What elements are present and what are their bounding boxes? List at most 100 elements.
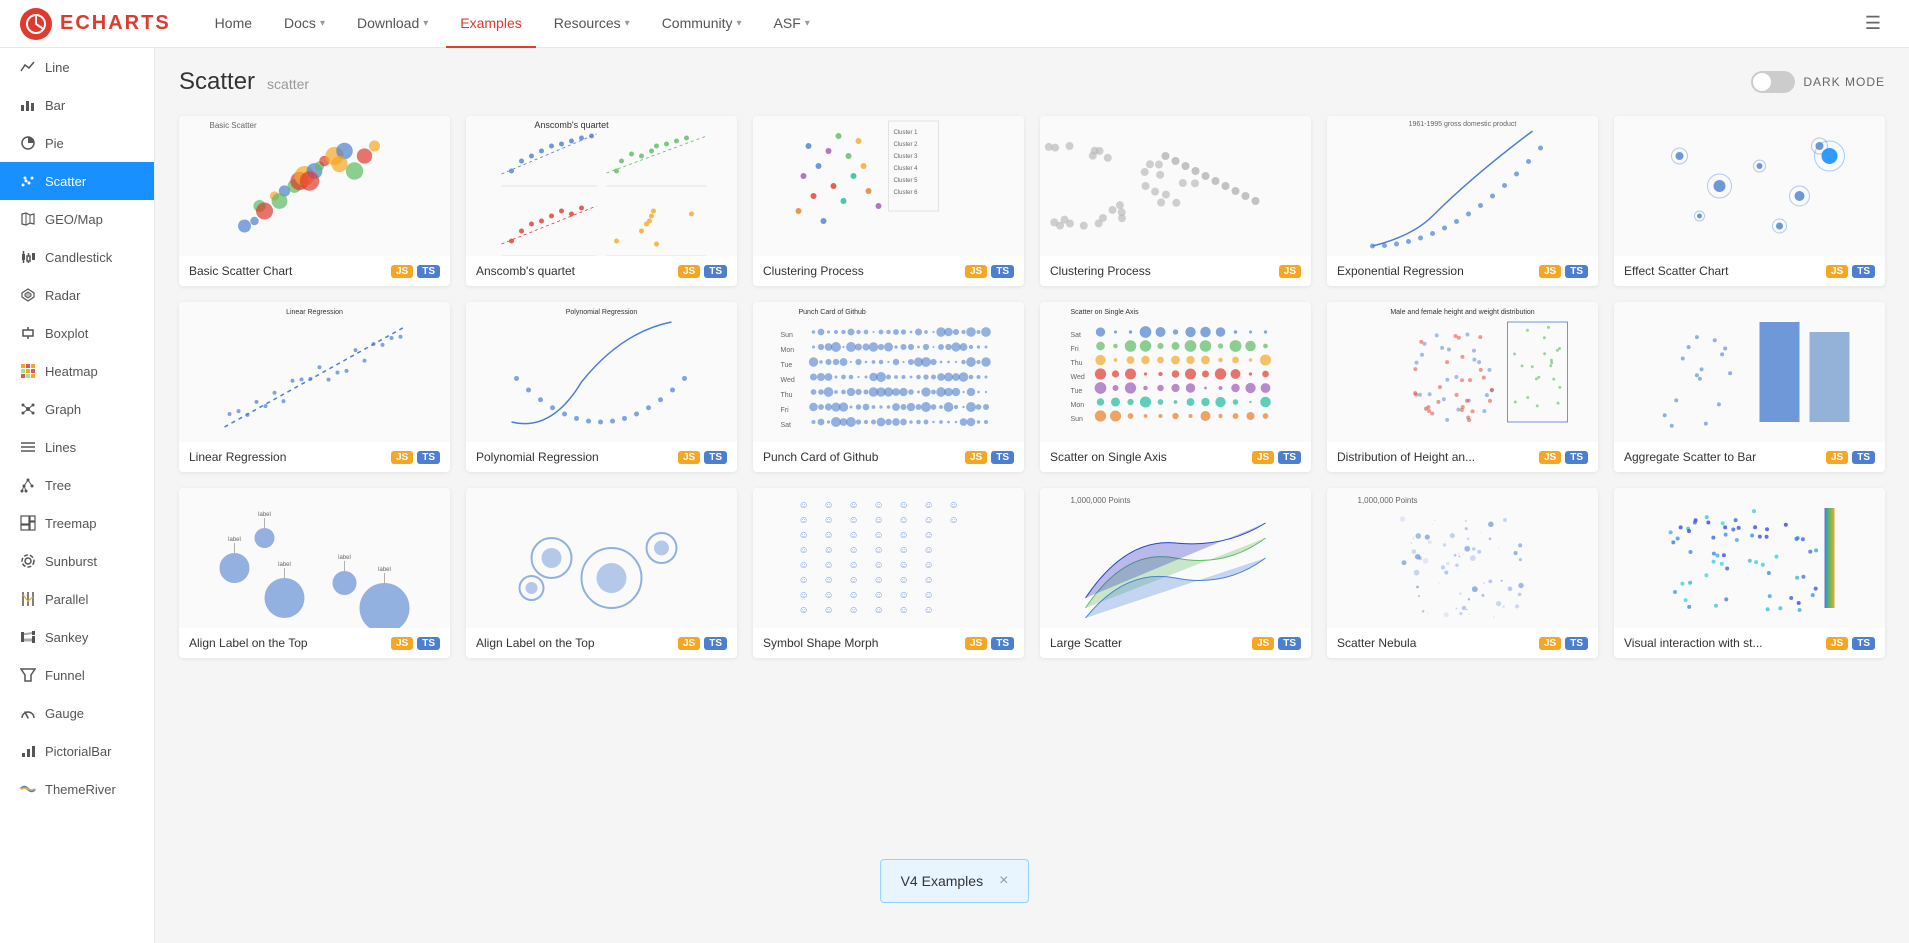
badge-ts-5[interactable]: TS — [1852, 265, 1875, 278]
svg-text:Polynomial Regression: Polynomial Regression — [566, 309, 638, 316]
badge-ts-0[interactable]: TS — [417, 265, 440, 278]
badge-ts-9[interactable]: TS — [1278, 451, 1301, 464]
chart-card-single-axis[interactable]: Scatter on Single Axis SatFriThuWedTueMo… — [1040, 302, 1311, 472]
sidebar-item-themeriver[interactable]: ThemeRiver — [0, 770, 154, 808]
badge-js-0[interactable]: JS — [391, 265, 413, 278]
badge-ts-15[interactable]: TS — [1278, 637, 1301, 650]
badge-js-6[interactable]: JS — [391, 451, 413, 464]
dark-mode-switch[interactable] — [1751, 71, 1795, 93]
sidebar-item-graph[interactable]: Graph — [0, 390, 154, 428]
badge-js-16[interactable]: JS — [1539, 637, 1561, 650]
chart-card-anscomb[interactable]: Anscomb's quartet Anscomb's quartetJSTS — [466, 116, 737, 286]
chart-card-nebula[interactable]: 1,000,000 Points Scatter NebulaJSTS — [1327, 488, 1598, 658]
svg-text:☺: ☺ — [799, 530, 809, 541]
chart-card-large-scatter[interactable]: 1,000,000 Points Large ScatterJSTS — [1040, 488, 1311, 658]
logo[interactable]: ECHARTS — [20, 8, 171, 40]
badge-js-17[interactable]: JS — [1826, 637, 1848, 650]
sidebar-item-geomap[interactable]: GEO/Map — [0, 200, 154, 238]
badge-ts-16[interactable]: TS — [1565, 637, 1588, 650]
boxplot-icon — [19, 324, 37, 342]
badge-js-15[interactable]: JS — [1252, 637, 1274, 650]
sidebar-item-boxplot[interactable]: Boxplot — [0, 314, 154, 352]
nav-download[interactable]: Download ▾ — [343, 0, 442, 48]
svg-text:Scatter on Single Axis: Scatter on Single Axis — [1071, 309, 1140, 316]
sidebar-item-parallel[interactable]: Parallel — [0, 580, 154, 618]
chart-name-17: Visual interaction with st... — [1624, 636, 1826, 650]
sidebar-item-funnel[interactable]: Funnel — [0, 656, 154, 694]
badge-js-11[interactable]: JS — [1826, 451, 1848, 464]
chart-card-align-label2[interactable]: Align Label on the TopJSTS — [466, 488, 737, 658]
chart-card-exponential[interactable]: 1961-1995 gross domestic product Exponen… — [1327, 116, 1598, 286]
badge-ts-11[interactable]: TS — [1852, 451, 1875, 464]
badge-js-1[interactable]: JS — [678, 265, 700, 278]
badge-js-5[interactable]: JS — [1826, 265, 1848, 278]
badge-ts-8[interactable]: TS — [991, 451, 1014, 464]
language-icon[interactable]: ☰ — [1857, 9, 1889, 38]
sidebar-item-lines[interactable]: Lines — [0, 428, 154, 466]
svg-text:☺: ☺ — [824, 500, 834, 511]
badge-js-4[interactable]: JS — [1539, 265, 1561, 278]
badge-js-12[interactable]: JS — [391, 637, 413, 650]
chart-grid: Basic Scatter Basic Scatter ChartJSTS An… — [179, 116, 1885, 658]
chart-card-basic-scatter[interactable]: Basic Scatter Basic Scatter ChartJSTS — [179, 116, 450, 286]
badge-ts-13[interactable]: TS — [704, 637, 727, 650]
badge-js-8[interactable]: JS — [965, 451, 987, 464]
svg-text:☺: ☺ — [849, 605, 859, 616]
chart-name-11: Aggregate Scatter to Bar — [1624, 450, 1826, 464]
chart-card-polynomial[interactable]: Polynomial Regression Polynomial Regress… — [466, 302, 737, 472]
sidebar-item-sunburst[interactable]: Sunburst — [0, 542, 154, 580]
chart-card-visual-interaction[interactable]: Visual interaction with st...JS TS — [1614, 488, 1885, 658]
chart-card-clustering1[interactable]: Cluster 1 Cluster 2 Cluster 3 Cluster 4 … — [753, 116, 1024, 286]
badge-js-14[interactable]: JS — [965, 637, 987, 650]
sidebar-item-heatmap[interactable]: Heatmap — [0, 352, 154, 390]
badge-ts-6[interactable]: TS — [417, 451, 440, 464]
badge-ts-4[interactable]: TS — [1565, 265, 1588, 278]
sidebar-label-radar: Radar — [45, 288, 138, 303]
badge-ts-2[interactable]: TS — [991, 265, 1014, 278]
sidebar-item-gauge[interactable]: Gauge — [0, 694, 154, 732]
chart-card-symbol-morph[interactable]: ☺☺☺☺☺☺☺☺☺☺☺☺☺☺☺☺☺☺☺☺☺☺☺☺☺☺☺☺☺☺☺☺☺☺☺☺☺☺☺☺… — [753, 488, 1024, 658]
badge-ts-7[interactable]: TS — [704, 451, 727, 464]
chart-card-clustering2[interactable]: Clustering ProcessJS — [1040, 116, 1311, 286]
sidebar-item-tree[interactable]: Tree — [0, 466, 154, 504]
sidebar-item-pictorialbar[interactable]: PictorialBar — [0, 732, 154, 770]
badge-ts-10[interactable]: TS — [1565, 451, 1588, 464]
chart-card-scatter-to-bar[interactable]: Aggregate Scatter to BarJS TS — [1614, 302, 1885, 472]
nav-resources[interactable]: Resources ▾ — [540, 0, 644, 48]
sidebar-item-treemap[interactable]: Treemap — [0, 504, 154, 542]
chart-card-height-dist[interactable]: Male and female height and weight distri… — [1327, 302, 1598, 472]
nav-examples[interactable]: Examples — [446, 0, 535, 48]
nav-community[interactable]: Community ▾ — [648, 0, 756, 48]
nav-docs[interactable]: Docs ▾ — [270, 0, 339, 48]
chart-thumb-linear-regression: Linear Regression — [179, 302, 450, 442]
badge-ts-1[interactable]: TS — [704, 265, 727, 278]
badge-ts-12[interactable]: TS — [417, 637, 440, 650]
badge-js-2[interactable]: JS — [965, 265, 987, 278]
nav-right: ☰ — [1857, 9, 1889, 38]
v4-close-button[interactable]: × — [999, 872, 1008, 890]
badge-js-13[interactable]: JS — [678, 637, 700, 650]
sidebar-item-candlestick[interactable]: Candlestick — [0, 238, 154, 276]
sidebar-item-line[interactable]: Line — [0, 48, 154, 86]
chart-card-linear-regression[interactable]: Linear Regression Linear RegressionJSTS — [179, 302, 450, 472]
nav-home[interactable]: Home — [201, 0, 266, 48]
nav-asf[interactable]: ASF ▾ — [760, 0, 824, 48]
badge-ts-14[interactable]: TS — [991, 637, 1014, 650]
sidebar-item-sankey[interactable]: Sankey — [0, 618, 154, 656]
dark-mode-toggle[interactable]: DARK MODE — [1751, 71, 1885, 93]
svg-text:Tue: Tue — [781, 362, 793, 369]
sidebar-item-scatter[interactable]: Scatter — [0, 162, 154, 200]
badge-js-10[interactable]: JS — [1539, 451, 1561, 464]
badge-js-3[interactable]: JS — [1279, 265, 1301, 278]
sidebar-item-bar[interactable]: Bar — [0, 86, 154, 124]
badge-js-9[interactable]: JS — [1252, 451, 1274, 464]
chart-card-effect-scatter[interactable]: Effect Scatter ChartJSTS — [1614, 116, 1885, 286]
chart-card-punch-card[interactable]: Punch Card of Github SunMonTueWedThuFriS… — [753, 302, 1024, 472]
sidebar-item-pie[interactable]: Pie — [0, 124, 154, 162]
chart-card-align-label1[interactable]: label label label label label Align Labe… — [179, 488, 450, 658]
page-subtitle: scatter — [267, 76, 309, 92]
sidebar-item-radar[interactable]: Radar — [0, 276, 154, 314]
badge-ts-17[interactable]: TS — [1852, 637, 1875, 650]
badge-js-7[interactable]: JS — [678, 451, 700, 464]
chart-badges-16: JS TS — [1539, 637, 1588, 650]
